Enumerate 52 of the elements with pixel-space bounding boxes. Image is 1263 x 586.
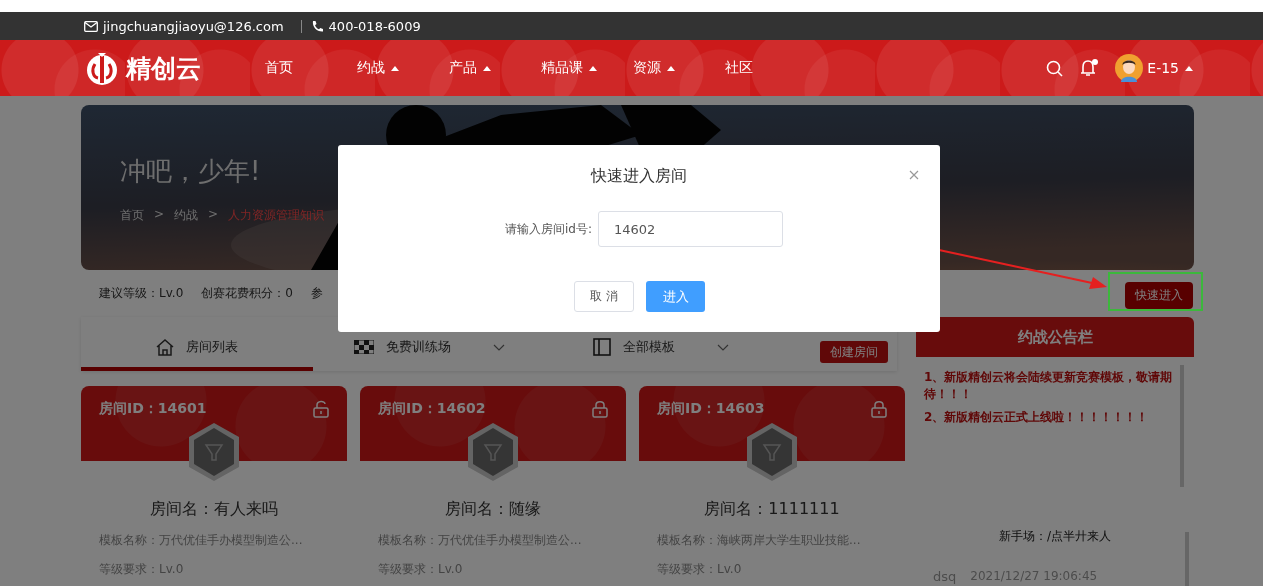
notice-header: 约战公告栏 (916, 317, 1194, 357)
room-id: 房间ID：14601 (99, 400, 207, 418)
breadcrumb-link[interactable]: 约战 (174, 207, 199, 224)
avatar-icon[interactable] (1115, 54, 1144, 82)
room-name: 房间名：有人来吗 (149, 499, 279, 520)
nav-link[interactable]: 约战 (357, 59, 449, 77)
dialog-title: 快速进入房间 (591, 166, 687, 187)
level-badge-icon (187, 422, 241, 482)
tab[interactable]: 全部模板 (545, 317, 777, 371)
create-room-button[interactable]: 创建房间 (820, 341, 888, 363)
nav-link[interactable]: 社区 (725, 59, 817, 77)
level-badge-icon (466, 422, 520, 482)
caret-icon (1185, 65, 1193, 71)
logo-icon (84, 50, 120, 86)
room-id: 房间ID：14602 (378, 400, 486, 418)
checkered-flag-icon (353, 340, 374, 354)
home-icon (156, 338, 174, 356)
enter-button[interactable]: 进入 (646, 281, 705, 312)
room-name: 房间名：1111111 (703, 499, 841, 520)
layout-icon (593, 338, 611, 356)
notice-text: 2、新版精创云正式上线啦！！！！！！！ (924, 409, 1150, 426)
breadcrumb-separator: > (154, 207, 165, 223)
tab[interactable]: 免费训练场 (313, 317, 545, 371)
cancel-button[interactable]: 取 消 (574, 281, 634, 312)
info-text: 创赛花费积分：0 (201, 285, 293, 302)
info-text: 建议等级：Lv.0 (99, 285, 184, 302)
room-id-field[interactable]: 14602 (598, 211, 783, 247)
mail-icon (84, 20, 98, 32)
brand-name: 精创云 (126, 52, 201, 85)
email-text: jingchuangjiaoyu@126.com (103, 18, 284, 34)
hero-title: 冲吧，少年! (120, 155, 261, 188)
room-id: 房间ID：14603 (657, 400, 765, 418)
nav-link[interactable]: 资源 (633, 59, 725, 77)
search-icon[interactable] (1046, 59, 1064, 77)
phone-text: 400-018-6009 (328, 18, 421, 34)
user-menu[interactable]: E-15 (1147, 60, 1193, 76)
nav-link[interactable]: 精品课 (541, 59, 633, 77)
tab[interactable]: 房间列表 (81, 317, 313, 371)
phone-icon (310, 19, 324, 33)
chat-title: 新手场：/点半廾来人 (997, 528, 1112, 545)
breadcrumb-link[interactable]: 首页 (120, 207, 144, 224)
level-badge-icon (745, 422, 799, 482)
room-id-label: 请输入房间id号: (504, 220, 592, 238)
nav-link[interactable]: 首页 (265, 59, 357, 77)
room-name: 房间名：随缘 (444, 499, 542, 520)
quick-enter-button[interactable]: 快速进入 (1125, 281, 1193, 309)
bell-icon[interactable] (1079, 58, 1100, 78)
breadcrumb-separator: > (208, 207, 219, 223)
info-text: 参 (310, 285, 323, 302)
nav-link[interactable]: 产品 (449, 59, 541, 77)
close-icon[interactable] (909, 170, 919, 180)
notice-text: 1、新版精创云将会陆续更新竞赛模板，敬请期待！！！ (924, 369, 1174, 403)
